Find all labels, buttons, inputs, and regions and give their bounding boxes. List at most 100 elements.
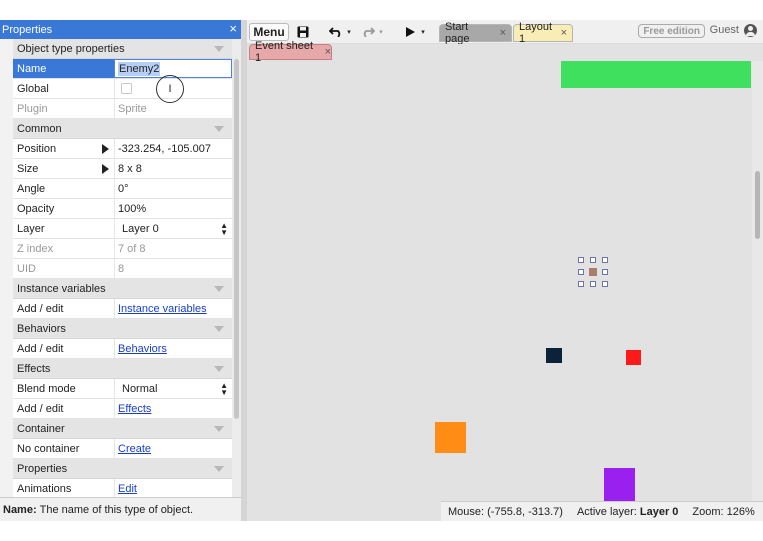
name-input[interactable]: Enemy2	[118, 61, 161, 76]
collapse-triangle-icon[interactable]	[214, 465, 224, 472]
main-toolbar: Menu ▾ ▾ ▾ Start page × Layout 1 × Free …	[247, 20, 763, 45]
user-icon[interactable]	[744, 24, 757, 37]
red-sprite-object[interactable]	[626, 350, 641, 365]
property-key: Position	[17, 142, 57, 155]
preview-dropdown-icon[interactable]: ▾	[419, 23, 427, 41]
scrollbar-thumb[interactable]	[755, 171, 760, 239]
property-link[interactable]: Effects	[118, 403, 151, 415]
collapse-triangle-icon[interactable]	[214, 125, 224, 132]
layout-canvas[interactable]	[247, 61, 752, 501]
resize-handle[interactable]	[602, 269, 608, 275]
undo-icon[interactable]	[327, 23, 345, 41]
property-value[interactable]: Create	[114, 439, 232, 458]
property-section-header[interactable]: Properties	[13, 459, 232, 479]
property-value[interactable]: 0°	[114, 179, 232, 198]
property-row[interactable]: Add / edit Effects	[13, 399, 232, 419]
property-value[interactable]: 8 x 8	[102, 159, 232, 178]
property-value[interactable]: Behaviors	[114, 339, 232, 358]
property-section-header[interactable]: Common	[13, 119, 232, 139]
property-section-header[interactable]: Effects	[13, 359, 232, 379]
close-icon[interactable]: ×	[561, 27, 567, 39]
resize-handle[interactable]	[578, 257, 584, 263]
green-sprite-object[interactable]	[561, 61, 751, 88]
property-link[interactable]: Instance variables	[118, 303, 207, 315]
property-value[interactable]: -323.254, -105.007	[102, 139, 232, 158]
selected-sprite-enemy2[interactable]	[578, 257, 608, 287]
orange-sprite-object[interactable]	[435, 422, 466, 453]
resize-handle[interactable]	[590, 281, 596, 287]
property-row[interactable]: Opacity 100%	[13, 199, 232, 219]
section-label: Effects	[17, 362, 51, 375]
property-section-header[interactable]: Behaviors	[13, 319, 232, 339]
section-label: Instance variables	[17, 282, 106, 295]
tab-event-sheet-1[interactable]: Event sheet 1 ×	[249, 40, 332, 64]
expand-arrow-icon[interactable]	[102, 164, 109, 174]
tab-start-page[interactable]: Start page ×	[439, 21, 512, 45]
property-row[interactable]: Blend mode Normal ▲ ▼	[13, 379, 232, 399]
dropdown-arrows-icon[interactable]: ▲ ▼	[220, 222, 228, 237]
property-value[interactable]: Layer 0 ▲ ▼	[114, 219, 232, 238]
property-row[interactable]: Animations Edit	[13, 479, 232, 499]
global-checkbox[interactable]	[121, 83, 132, 94]
property-value[interactable]: Edit	[114, 479, 232, 498]
collapse-triangle-icon[interactable]	[214, 45, 224, 52]
app-window: Properties × Object type properties Name E…	[0, 0, 763, 541]
active-layer-label: Active layer:	[576, 505, 637, 518]
status-spacer	[247, 501, 441, 521]
tab-label: Start page	[445, 21, 470, 45]
resize-handle[interactable]	[578, 281, 584, 287]
property-row[interactable]: Angle 0°	[13, 179, 232, 199]
property-key: Animations	[17, 482, 72, 495]
close-icon[interactable]: ×	[325, 46, 331, 58]
scrollbar-thumb[interactable]	[234, 59, 239, 419]
property-row[interactable]: Name Enemy2	[13, 59, 232, 79]
collapse-triangle-icon[interactable]	[214, 365, 224, 372]
property-section-header[interactable]: Object type properties	[13, 39, 232, 59]
property-value[interactable]: Normal ▲ ▼	[114, 379, 232, 398]
bottom-margin	[0, 521, 763, 541]
resize-handle[interactable]	[578, 269, 584, 275]
property-row[interactable]: Size 8 x 8	[13, 159, 232, 179]
property-key: Add / edit	[17, 302, 64, 315]
property-link[interactable]: Edit	[118, 483, 137, 495]
user-name[interactable]: Guest	[710, 24, 739, 36]
save-icon[interactable]	[295, 23, 311, 41]
property-value[interactable]: Effects	[114, 399, 232, 418]
properties-title-bar: Properties ×	[0, 20, 241, 39]
property-link[interactable]: Create	[118, 443, 151, 455]
property-row[interactable]: Add / edit Behaviors	[13, 339, 232, 359]
enemy2-sprite[interactable]	[589, 268, 597, 276]
collapse-triangle-icon[interactable]	[214, 325, 224, 332]
free-edition-badge[interactable]: Free edition	[638, 24, 705, 38]
property-link[interactable]: Behaviors	[118, 343, 167, 355]
tab-layout-1[interactable]: Layout 1 ×	[513, 21, 573, 45]
resize-handle[interactable]	[590, 257, 596, 263]
property-value[interactable]: Instance variables	[114, 299, 232, 318]
expand-arrow-icon[interactable]	[102, 144, 109, 154]
redo-dropdown-icon[interactable]: ▾	[377, 23, 385, 41]
canvas-scrollbar[interactable]	[752, 61, 763, 501]
resize-handle[interactable]	[602, 257, 608, 263]
resize-handle[interactable]	[602, 281, 608, 287]
properties-scrollbar[interactable]	[232, 39, 241, 515]
menu-button[interactable]: Menu	[249, 23, 289, 41]
redo-icon[interactable]	[359, 23, 377, 41]
property-value[interactable]: 100%	[114, 199, 232, 218]
property-row[interactable]: Position -323.254, -105.007	[13, 139, 232, 159]
section-label: Object type properties	[17, 42, 125, 55]
property-row[interactable]: Global	[13, 79, 232, 99]
property-row[interactable]: Layer Layer 0 ▲ ▼	[13, 219, 232, 239]
preview-play-icon[interactable]	[403, 23, 417, 41]
property-section-header[interactable]: Instance variables	[13, 279, 232, 299]
collapse-triangle-icon[interactable]	[214, 425, 224, 432]
property-row[interactable]: Add / edit Instance variables	[13, 299, 232, 319]
close-icon[interactable]: ×	[500, 27, 506, 39]
navy-sprite-object[interactable]	[546, 348, 562, 363]
property-row[interactable]: No container Create	[13, 439, 232, 459]
dropdown-arrows-icon[interactable]: ▲ ▼	[220, 382, 228, 397]
collapse-triangle-icon[interactable]	[214, 285, 224, 292]
close-icon[interactable]: ×	[229, 22, 237, 36]
purple-sprite-object[interactable]	[604, 468, 635, 501]
property-section-header[interactable]: Container	[13, 419, 232, 439]
undo-dropdown-icon[interactable]: ▾	[345, 23, 353, 41]
